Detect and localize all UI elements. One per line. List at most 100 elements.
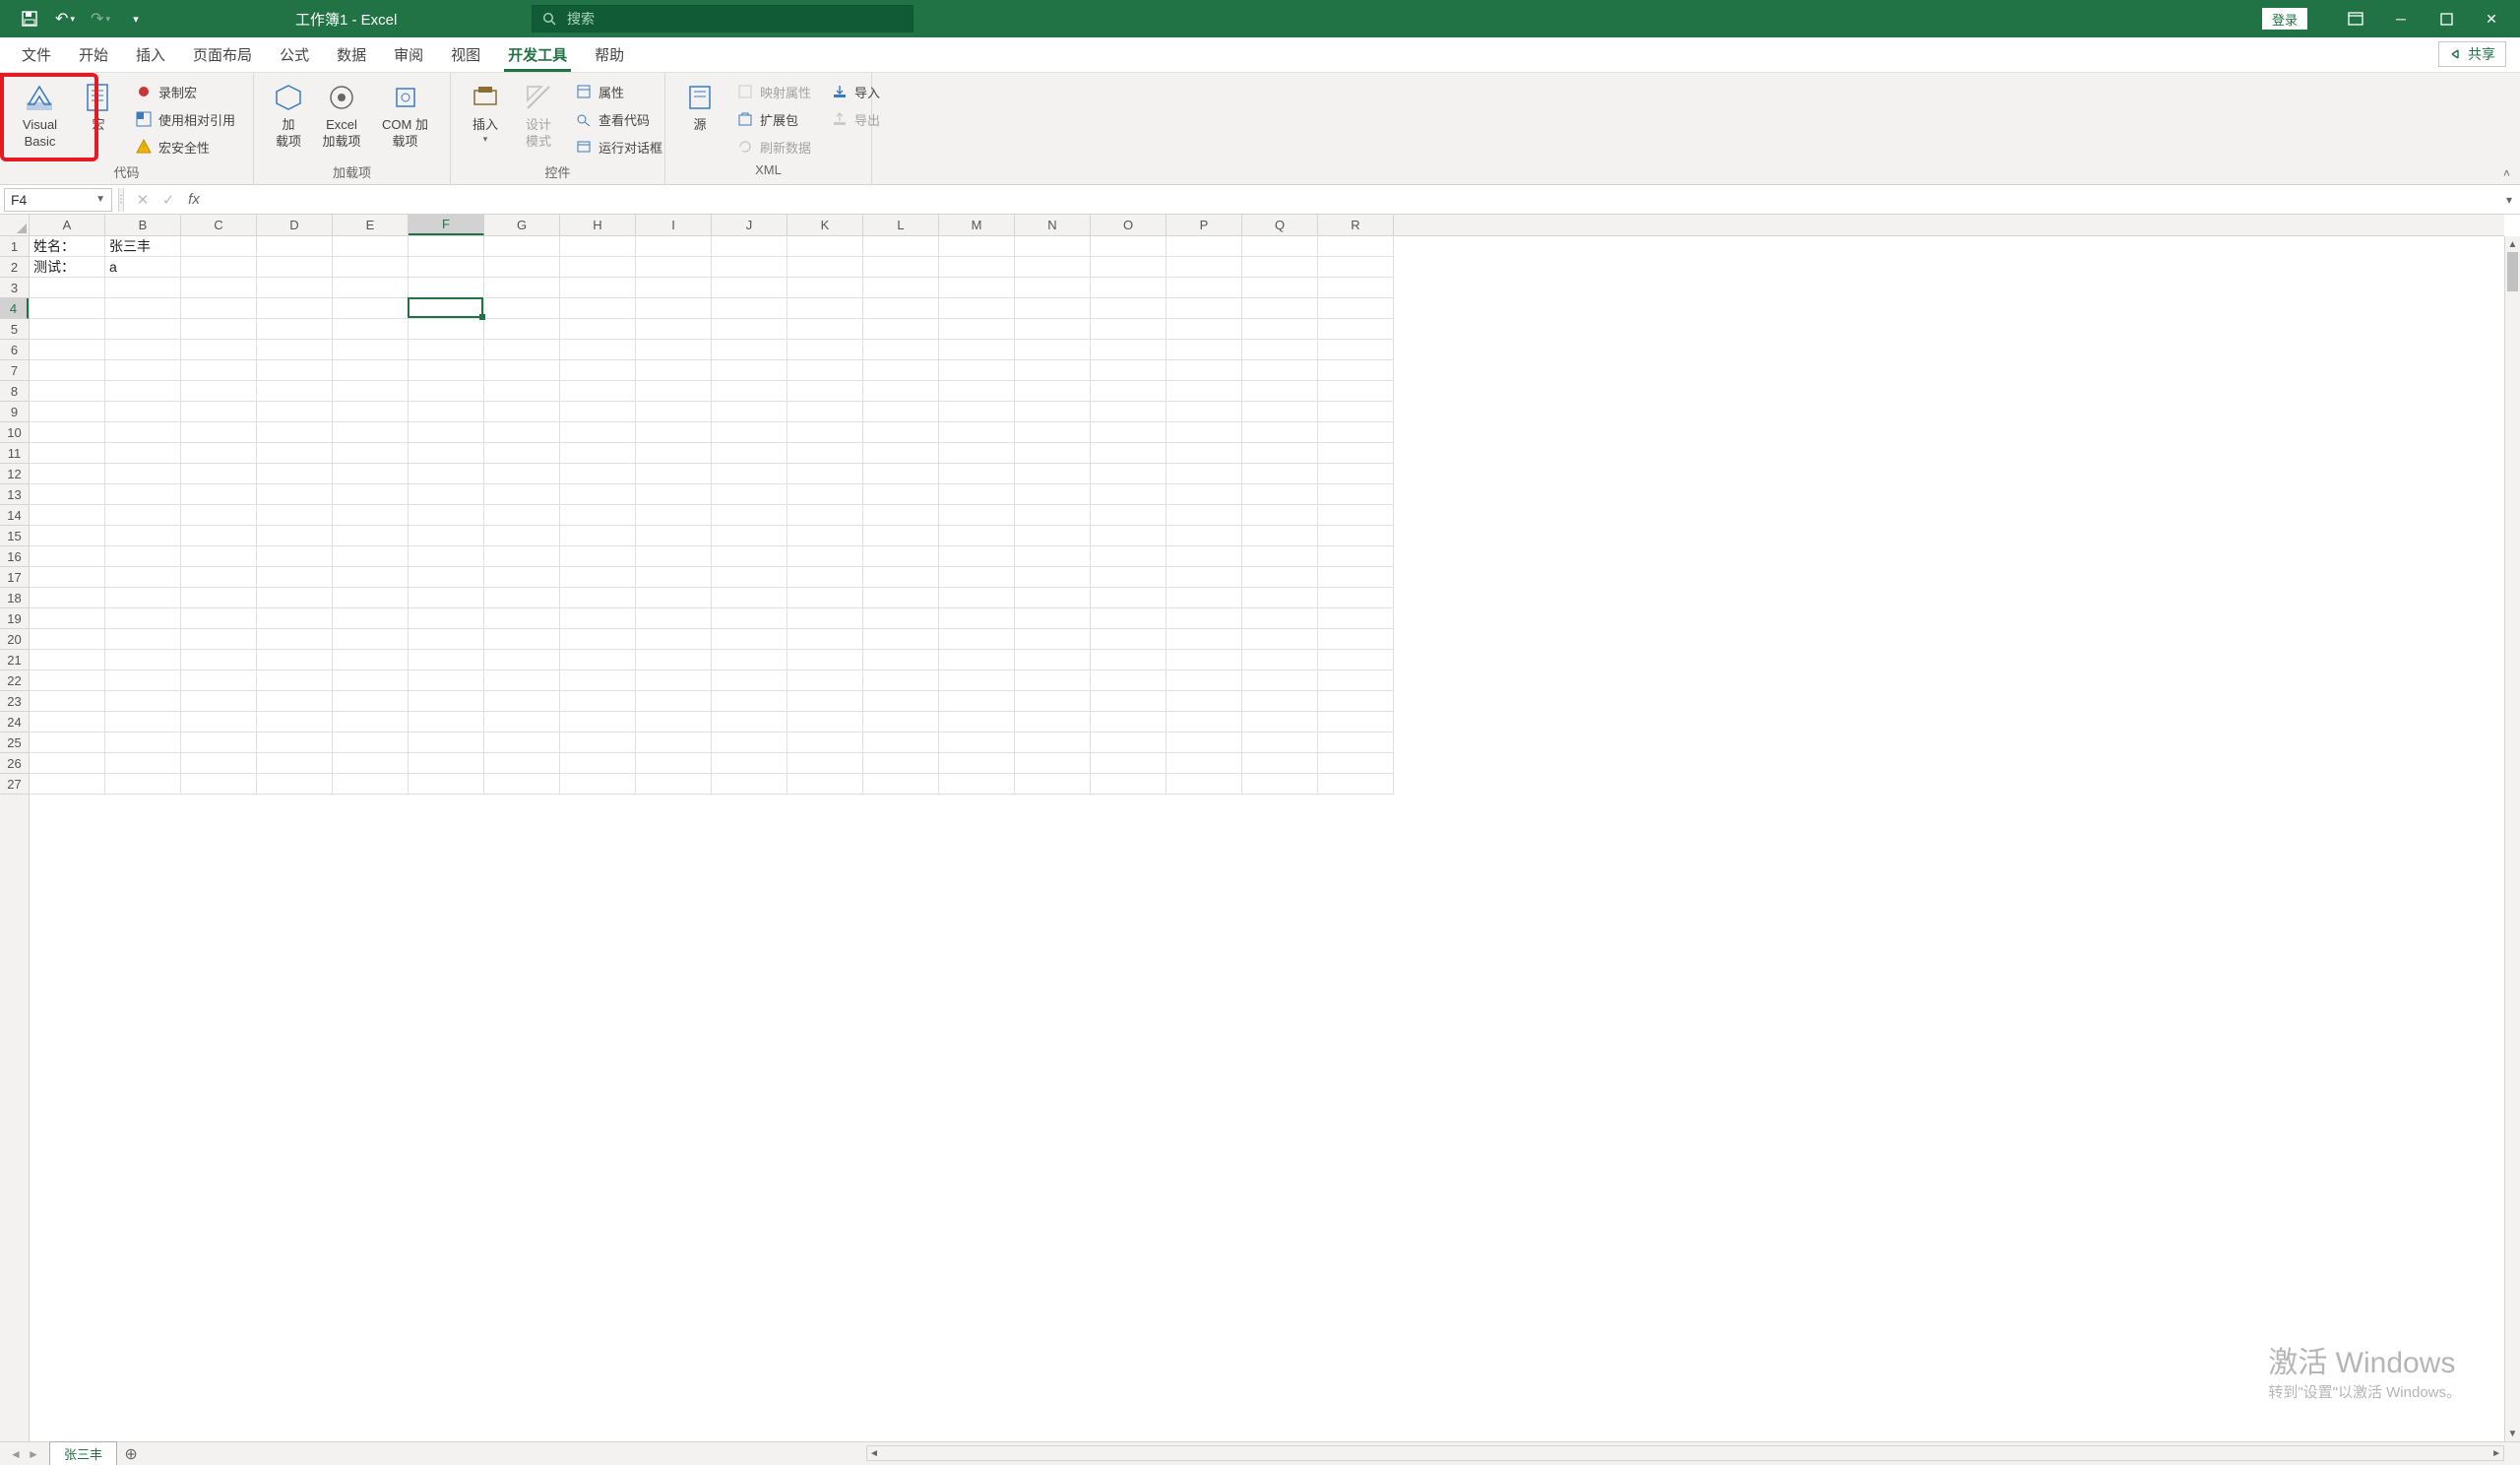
cell-N24[interactable] bbox=[1015, 712, 1091, 732]
cell-A20[interactable] bbox=[30, 629, 105, 650]
column-header-Q[interactable]: Q bbox=[1242, 215, 1318, 235]
cell-P25[interactable] bbox=[1166, 732, 1242, 753]
tab-home[interactable]: 开始 bbox=[65, 36, 122, 72]
cell-N12[interactable] bbox=[1015, 464, 1091, 484]
cell-N10[interactable] bbox=[1015, 422, 1091, 443]
cell-A2[interactable]: 测试： bbox=[30, 257, 105, 278]
column-header-N[interactable]: N bbox=[1015, 215, 1091, 235]
cell-L7[interactable] bbox=[863, 360, 939, 381]
cell-J11[interactable] bbox=[712, 443, 788, 464]
cell-M7[interactable] bbox=[939, 360, 1015, 381]
cell-I19[interactable] bbox=[636, 608, 712, 629]
cell-J1[interactable] bbox=[712, 236, 788, 257]
cell-O4[interactable] bbox=[1091, 298, 1166, 319]
cell-D9[interactable] bbox=[257, 402, 333, 422]
view-code-button[interactable]: 查看代码 bbox=[571, 106, 666, 132]
cell-P5[interactable] bbox=[1166, 319, 1242, 340]
cell-L26[interactable] bbox=[863, 753, 939, 774]
cell-J19[interactable] bbox=[712, 608, 788, 629]
cell-R12[interactable] bbox=[1318, 464, 1394, 484]
cell-M18[interactable] bbox=[939, 588, 1015, 608]
cell-P3[interactable] bbox=[1166, 278, 1242, 298]
cell-E16[interactable] bbox=[333, 546, 409, 567]
cell-D22[interactable] bbox=[257, 670, 333, 691]
cell-P6[interactable] bbox=[1166, 340, 1242, 360]
cell-O9[interactable] bbox=[1091, 402, 1166, 422]
cell-F14[interactable] bbox=[409, 505, 484, 526]
cell-Q26[interactable] bbox=[1242, 753, 1318, 774]
column-header-F[interactable]: F bbox=[409, 215, 484, 235]
cell-D24[interactable] bbox=[257, 712, 333, 732]
row-header-4[interactable]: 4 bbox=[0, 298, 29, 319]
cell-P19[interactable] bbox=[1166, 608, 1242, 629]
cell-M11[interactable] bbox=[939, 443, 1015, 464]
cell-I14[interactable] bbox=[636, 505, 712, 526]
cell-K10[interactable] bbox=[788, 422, 863, 443]
cell-H16[interactable] bbox=[560, 546, 636, 567]
cell-N22[interactable] bbox=[1015, 670, 1091, 691]
cell-R18[interactable] bbox=[1318, 588, 1394, 608]
cell-G23[interactable] bbox=[484, 691, 560, 712]
cell-N8[interactable] bbox=[1015, 381, 1091, 402]
cell-A15[interactable] bbox=[30, 526, 105, 546]
cell-B7[interactable] bbox=[105, 360, 181, 381]
qat-customize-icon[interactable]: ▾ bbox=[120, 4, 152, 33]
cell-Q18[interactable] bbox=[1242, 588, 1318, 608]
cell-I1[interactable] bbox=[636, 236, 712, 257]
cell-M20[interactable] bbox=[939, 629, 1015, 650]
cell-C18[interactable] bbox=[181, 588, 257, 608]
cell-A6[interactable] bbox=[30, 340, 105, 360]
cell-G4[interactable] bbox=[484, 298, 560, 319]
cell-D3[interactable] bbox=[257, 278, 333, 298]
cell-R13[interactable] bbox=[1318, 484, 1394, 505]
cell-P8[interactable] bbox=[1166, 381, 1242, 402]
cell-C22[interactable] bbox=[181, 670, 257, 691]
cell-M26[interactable] bbox=[939, 753, 1015, 774]
cell-M10[interactable] bbox=[939, 422, 1015, 443]
cell-H26[interactable] bbox=[560, 753, 636, 774]
cell-J3[interactable] bbox=[712, 278, 788, 298]
tab-insert[interactable]: 插入 bbox=[122, 36, 179, 72]
login-button[interactable]: 登录 bbox=[2262, 8, 2307, 30]
cell-F4[interactable] bbox=[409, 298, 484, 319]
expansion-pack-button[interactable]: 扩展包 bbox=[732, 106, 815, 132]
cell-K9[interactable] bbox=[788, 402, 863, 422]
hscroll-left-icon[interactable]: ◄ bbox=[869, 1448, 879, 1459]
hscroll-right-icon[interactable]: ► bbox=[2491, 1448, 2501, 1459]
sheet-prev-icon[interactable]: ◄ bbox=[8, 1447, 24, 1461]
cell-D10[interactable] bbox=[257, 422, 333, 443]
cell-I16[interactable] bbox=[636, 546, 712, 567]
macros-button[interactable]: 宏 bbox=[72, 77, 125, 138]
cell-J15[interactable] bbox=[712, 526, 788, 546]
cell-Q16[interactable] bbox=[1242, 546, 1318, 567]
cell-H12[interactable] bbox=[560, 464, 636, 484]
cell-M23[interactable] bbox=[939, 691, 1015, 712]
cell-H1[interactable] bbox=[560, 236, 636, 257]
column-header-E[interactable]: E bbox=[333, 215, 409, 235]
cell-N27[interactable] bbox=[1015, 774, 1091, 795]
cell-B15[interactable] bbox=[105, 526, 181, 546]
cell-N6[interactable] bbox=[1015, 340, 1091, 360]
xml-export-button[interactable]: 导出 bbox=[827, 106, 884, 132]
xml-import-button[interactable]: 导入 bbox=[827, 79, 884, 104]
cell-I15[interactable] bbox=[636, 526, 712, 546]
cell-L25[interactable] bbox=[863, 732, 939, 753]
cell-K16[interactable] bbox=[788, 546, 863, 567]
cell-P18[interactable] bbox=[1166, 588, 1242, 608]
column-header-M[interactable]: M bbox=[939, 215, 1015, 235]
cell-O6[interactable] bbox=[1091, 340, 1166, 360]
column-header-C[interactable]: C bbox=[181, 215, 257, 235]
cell-P22[interactable] bbox=[1166, 670, 1242, 691]
cell-B24[interactable] bbox=[105, 712, 181, 732]
cell-N3[interactable] bbox=[1015, 278, 1091, 298]
cell-L13[interactable] bbox=[863, 484, 939, 505]
maximize-icon[interactable] bbox=[2424, 0, 2469, 37]
cell-Q3[interactable] bbox=[1242, 278, 1318, 298]
cell-E4[interactable] bbox=[333, 298, 409, 319]
add-sheet-button[interactable]: ⊕ bbox=[117, 1444, 145, 1464]
cell-K5[interactable] bbox=[788, 319, 863, 340]
cell-E13[interactable] bbox=[333, 484, 409, 505]
cell-D16[interactable] bbox=[257, 546, 333, 567]
cell-R24[interactable] bbox=[1318, 712, 1394, 732]
row-header-13[interactable]: 13 bbox=[0, 484, 29, 505]
